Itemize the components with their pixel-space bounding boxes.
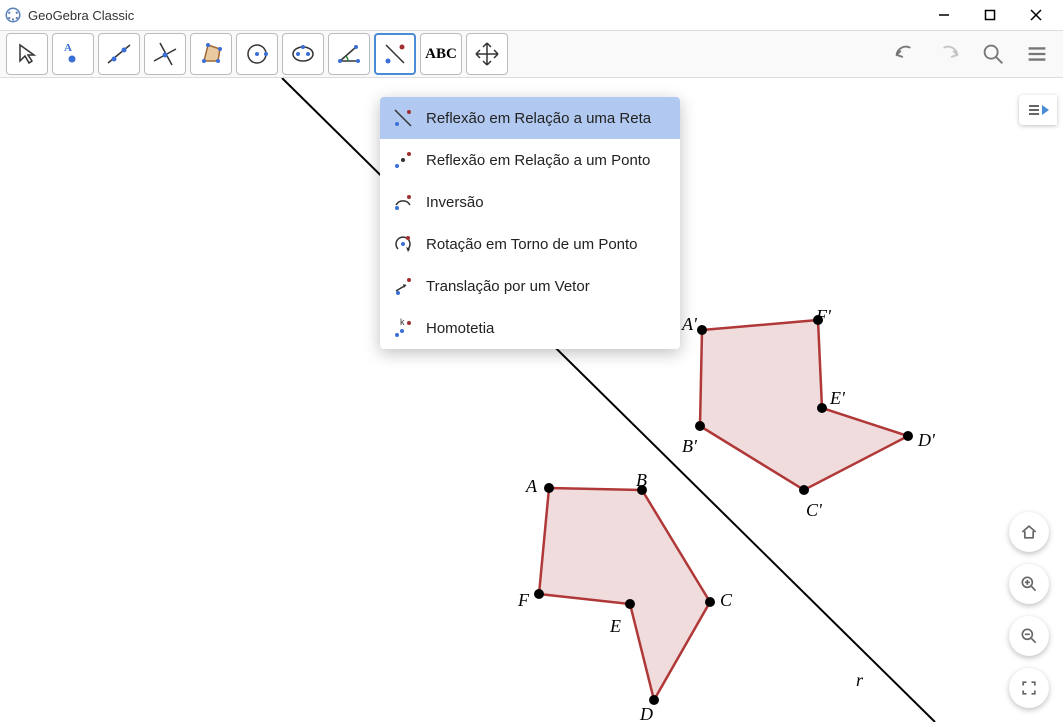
translate-icon	[392, 275, 414, 297]
transform-dropdown: Reflexão em Relação a uma Reta Reflexão …	[380, 97, 680, 349]
tool-reflect[interactable]	[374, 33, 416, 75]
tool-ellipse[interactable]	[282, 33, 324, 75]
point-label: A	[526, 476, 537, 497]
tool-move[interactable]	[6, 33, 48, 75]
tool-move-view[interactable]	[466, 33, 508, 75]
point-label: E	[610, 616, 621, 637]
window-controls	[921, 0, 1059, 30]
dropdown-reflect-line[interactable]: Reflexão em Relação a uma Reta	[380, 97, 680, 139]
dropdown-label: Homotetia	[426, 320, 494, 337]
point-label: B'	[682, 436, 697, 457]
dropdown-label: Inversão	[426, 194, 484, 211]
inversion-icon	[392, 191, 414, 213]
tool-perpendicular[interactable]	[144, 33, 186, 75]
tool-polygon[interactable]	[190, 33, 232, 75]
tool-point[interactable]: A	[52, 33, 94, 75]
minimize-button[interactable]	[921, 0, 967, 30]
dropdown-label: Reflexão em Relação a um Ponto	[426, 152, 650, 169]
point-label: C	[720, 590, 732, 611]
style-bar-toggle[interactable]	[1019, 95, 1057, 125]
toolbar: A ABC	[0, 30, 1063, 78]
app-title: GeoGebra Classic	[28, 8, 921, 23]
tool-line[interactable]	[98, 33, 140, 75]
maximize-button[interactable]	[967, 0, 1013, 30]
tool-text[interactable]: ABC	[420, 33, 462, 75]
close-button[interactable]	[1013, 0, 1059, 30]
tool-circle[interactable]	[236, 33, 278, 75]
point-label: A'	[682, 314, 697, 335]
svg-text:k: k	[400, 317, 405, 327]
point-label: C'	[806, 500, 822, 521]
dropdown-label: Reflexão em Relação a uma Reta	[426, 110, 651, 127]
app-icon	[4, 6, 22, 24]
reflect-point-icon	[392, 149, 414, 171]
dropdown-dilate[interactable]: k Homotetia	[380, 307, 680, 349]
dropdown-reflect-point[interactable]: Reflexão em Relação a um Ponto	[380, 139, 680, 181]
undo-button[interactable]	[885, 34, 925, 74]
point-label: F	[518, 590, 529, 611]
redo-button[interactable]	[929, 34, 969, 74]
dropdown-rotate[interactable]: Rotação em Torno de um Ponto	[380, 223, 680, 265]
dropdown-label: Rotação em Torno de um Ponto	[426, 236, 638, 253]
point-label: D'	[918, 430, 935, 451]
tool-angle[interactable]	[328, 33, 370, 75]
point-label: F'	[816, 306, 831, 327]
menu-button[interactable]	[1017, 34, 1057, 74]
title-bar: GeoGebra Classic	[0, 0, 1063, 30]
reflect-line-icon	[392, 107, 414, 129]
dropdown-translate[interactable]: Translação por um Vetor	[380, 265, 680, 307]
dropdown-inversion[interactable]: Inversão	[380, 181, 680, 223]
search-button[interactable]	[973, 34, 1013, 74]
rotate-icon	[392, 233, 414, 255]
point-label: E'	[830, 388, 845, 409]
dilate-icon: k	[392, 317, 414, 339]
dropdown-label: Translação por um Vetor	[426, 278, 590, 295]
point-label: B	[636, 470, 647, 491]
svg-text:A: A	[64, 42, 72, 54]
view-controls	[1009, 512, 1049, 708]
line-label: r	[856, 670, 863, 691]
fullscreen-button[interactable]	[1009, 668, 1049, 708]
zoom-in-button[interactable]	[1009, 564, 1049, 604]
zoom-out-button[interactable]	[1009, 616, 1049, 656]
home-button[interactable]	[1009, 512, 1049, 552]
